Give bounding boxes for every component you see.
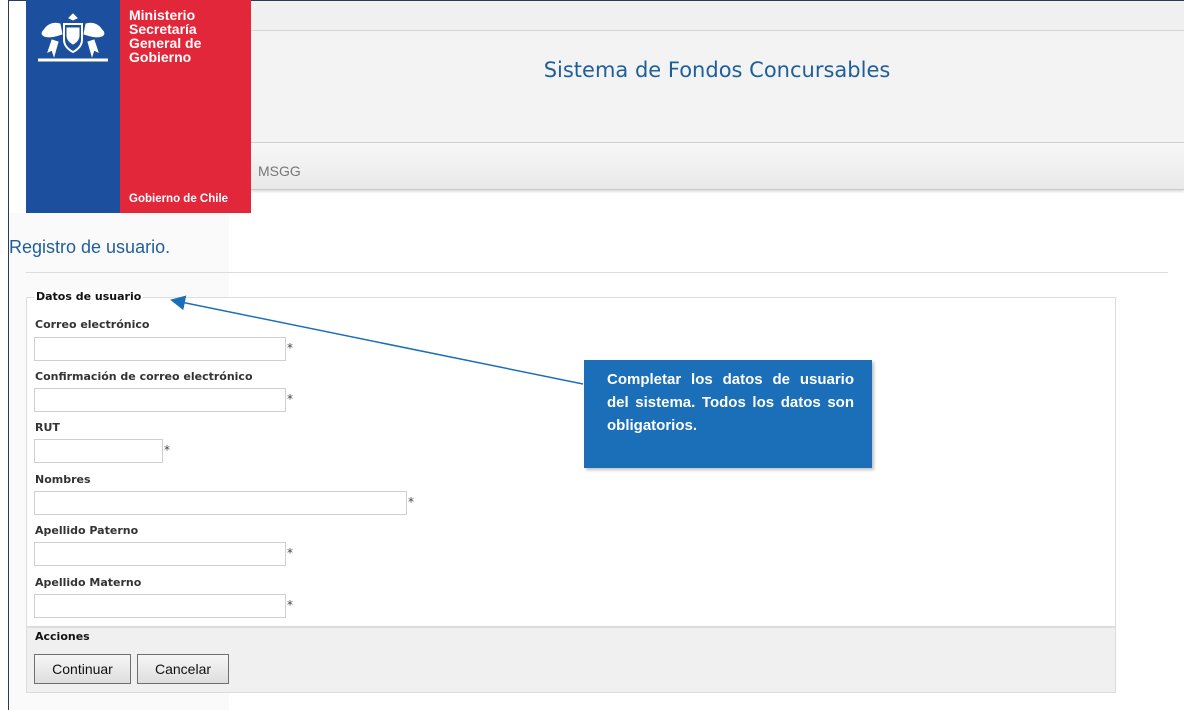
required-marker: * — [164, 443, 170, 457]
callout-box: Completar los datos de usuario del siste… — [584, 360, 872, 468]
email-label: Correo electrónico — [35, 318, 150, 331]
logo-line-3: General de — [129, 35, 202, 51]
logo-line-4: Gobierno — [129, 49, 192, 65]
logo-ministry-name: Ministerio Secretaría General de Gobiern… — [129, 8, 201, 64]
header-top-strip — [250, 1, 1184, 30]
paternal-surname-field[interactable] — [34, 542, 286, 566]
email-confirm-field[interactable] — [34, 388, 286, 412]
first-names-field[interactable] — [34, 491, 407, 515]
first-names-label: Nombres — [35, 473, 91, 486]
paternal-surname-label: Apellido Paterno — [35, 524, 139, 537]
email-field[interactable] — [34, 337, 286, 361]
app-title: Sistema de Fondos Concursables — [543, 58, 891, 82]
maternal-surname-field[interactable] — [34, 594, 286, 618]
header-banner — [250, 30, 1184, 144]
rut-field[interactable] — [34, 439, 163, 463]
coat-of-arms-icon — [38, 13, 108, 62]
logo-footer: Gobierno de Chile — [129, 193, 229, 205]
email-confirm-label: Confirmación de correo electrónico — [35, 370, 253, 383]
nav-item-msgg[interactable]: MSGG — [258, 163, 301, 179]
logo-line-2: Secretaría — [129, 21, 197, 37]
logo-line-1: Ministerio — [129, 7, 196, 23]
maternal-surname-label: Apellido Materno — [35, 576, 142, 589]
rut-label: RUT — [35, 421, 60, 434]
required-marker: * — [287, 546, 293, 560]
page-title: Registro de usuario. — [9, 237, 171, 257]
heading-divider — [26, 272, 1168, 273]
required-marker: * — [408, 495, 414, 509]
cancel-button[interactable]: Cancelar — [137, 654, 229, 684]
required-marker: * — [287, 598, 293, 612]
fieldset-legend: Datos de usuario — [34, 290, 144, 303]
actions-label: Acciones — [35, 630, 90, 643]
required-marker: * — [287, 341, 293, 355]
required-marker: * — [287, 392, 293, 406]
continue-button[interactable]: Continuar — [34, 654, 131, 684]
navigation-bar — [250, 142, 1184, 190]
